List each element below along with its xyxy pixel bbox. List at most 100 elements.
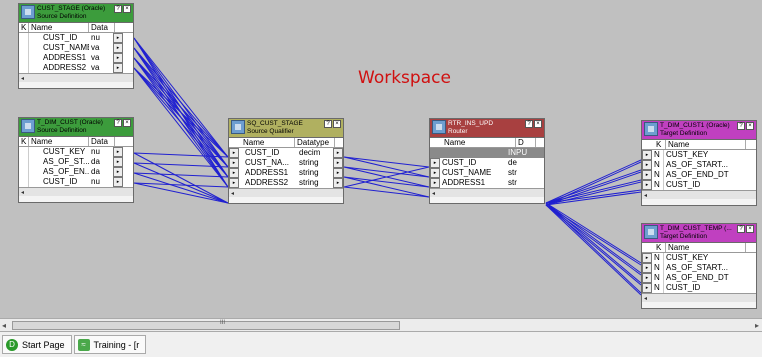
table-row[interactable]: CUST_ID nu ▸: [19, 33, 133, 43]
table-row[interactable]: CUST_NAME va ▸: [19, 43, 133, 53]
table-row[interactable]: ADDRESS2 va ▸: [19, 63, 133, 73]
transformation-source-qualifier[interactable]: SQ_CUST_STAGE Source Qualifier ? × Name Da…: [228, 118, 344, 204]
tab-training[interactable]: ≈ Training - [r: [73, 335, 147, 354]
port-name: CUST_ID: [245, 148, 280, 157]
close-icon[interactable]: ×: [534, 120, 542, 128]
output-port-icon[interactable]: ▸: [333, 158, 343, 168]
transformation-subtitle: Target Definition: [660, 233, 707, 240]
transformation-target-dim-cust1[interactable]: T_DIM_CUST1 (Oracle) Target Definition ? ×…: [641, 120, 757, 206]
horizontal-scrollbar[interactable]: ◂: [229, 188, 343, 197]
input-port-icon[interactable]: ▸: [642, 150, 652, 160]
input-port-icon[interactable]: ▸: [430, 168, 440, 178]
input-port-icon[interactable]: ▸: [229, 178, 239, 188]
close-icon[interactable]: ×: [746, 225, 754, 233]
table-row[interactable]: ADDRESS1 va ▸: [19, 53, 133, 63]
group-row-input[interactable]: INPU: [430, 148, 544, 158]
table-row[interactable]: AS_OF_ST... da ▸: [19, 157, 133, 167]
close-icon[interactable]: ×: [746, 122, 754, 130]
help-icon[interactable]: ?: [525, 120, 533, 128]
table-row[interactable]: ▸ N AS_OF_END_DT: [642, 273, 756, 283]
table-row[interactable]: ▸ ADDRESS1 string ▸: [229, 168, 343, 178]
input-port-icon[interactable]: ▸: [642, 283, 652, 293]
workspace-horizontal-scrollbar[interactable]: ◂ III ▸: [0, 318, 762, 331]
table-row[interactable]: ▸ ADDRESS1 str: [430, 178, 544, 188]
scroll-left-icon[interactable]: ◂: [644, 295, 647, 302]
horizontal-scrollbar[interactable]: ◂: [19, 73, 133, 82]
table-row[interactable]: ▸ N CUST_KEY: [642, 150, 756, 160]
scroll-left-icon[interactable]: ◂: [644, 192, 647, 199]
help-icon[interactable]: ?: [114, 119, 122, 127]
output-port-icon[interactable]: ▸: [333, 178, 343, 188]
table-row[interactable]: ▸ N AS_OF_START...: [642, 160, 756, 170]
output-port-icon[interactable]: ▸: [113, 147, 123, 157]
output-port-icon[interactable]: ▸: [113, 63, 123, 73]
title-bar[interactable]: T_DIM_CUST_TEMP (... Target Definition ? ×: [642, 224, 756, 243]
title-bar[interactable]: CUST_STAGE (Oracle) Source Definition ? ×: [19, 4, 133, 23]
title-bar[interactable]: T_DIM_CUST (Oracle) Source Definition ? ×: [19, 118, 133, 137]
header-name: Name: [666, 140, 746, 149]
table-row[interactable]: ▸ N AS_OF_START...: [642, 263, 756, 273]
output-port-icon[interactable]: ▸: [113, 53, 123, 63]
horizontal-scrollbar[interactable]: ◂: [642, 190, 756, 199]
tab-start-page[interactable]: D Start Page: [2, 335, 72, 354]
scroll-left-icon[interactable]: ◂: [432, 190, 435, 197]
transformation-dim-cust[interactable]: T_DIM_CUST (Oracle) Source Definition ? × …: [18, 117, 134, 203]
close-icon[interactable]: ×: [123, 5, 131, 13]
input-port-icon[interactable]: ▸: [642, 263, 652, 273]
horizontal-scrollbar[interactable]: ◂: [642, 293, 756, 302]
mapping-workspace[interactable]: Workspace CUST_STAGE (Oracle) Source Defi…: [0, 0, 762, 318]
horizontal-scrollbar[interactable]: ◂: [430, 188, 544, 197]
input-port-icon[interactable]: ▸: [430, 158, 440, 168]
input-port-icon[interactable]: ▸: [642, 273, 652, 283]
transformation-target-dim-cust-temp[interactable]: T_DIM_CUST_TEMP (... Target Definition ? ×…: [641, 223, 757, 309]
scroll-left-icon[interactable]: ◂: [21, 189, 24, 196]
title-bar[interactable]: RTR_INS_UPD Router ? ×: [430, 119, 544, 138]
horizontal-scrollbar[interactable]: ◂: [19, 187, 133, 196]
input-port-icon[interactable]: ▸: [642, 253, 652, 263]
output-port-icon[interactable]: ▸: [333, 168, 343, 178]
scroll-thumb[interactable]: [12, 321, 400, 330]
transformation-cust-stage[interactable]: CUST_STAGE (Oracle) Source Definition ? × …: [18, 3, 134, 89]
table-row[interactable]: CUST_KEY nu ▸: [19, 147, 133, 157]
scroll-left-icon[interactable]: ◂: [21, 75, 24, 82]
help-icon[interactable]: ?: [737, 122, 745, 130]
table-row[interactable]: ▸ ADDRESS2 string ▸: [229, 178, 343, 188]
close-icon[interactable]: ×: [123, 119, 131, 127]
transformation-router[interactable]: RTR_INS_UPD Router ? × Name D INPU ▸ CUST_I…: [429, 118, 545, 204]
table-row[interactable]: ▸ N CUST_KEY: [642, 253, 756, 263]
input-port-icon[interactable]: ▸: [430, 178, 440, 188]
title-bar[interactable]: T_DIM_CUST1 (Oracle) Target Definition ? ×: [642, 121, 756, 140]
link-line: [545, 202, 642, 284]
output-port-icon[interactable]: ▸: [113, 33, 123, 43]
table-row[interactable]: ▸ CUST_NAME str: [430, 168, 544, 178]
output-port-icon[interactable]: ▸: [113, 43, 123, 53]
scroll-left-icon[interactable]: ◂: [231, 190, 234, 197]
input-port-icon[interactable]: ▸: [642, 160, 652, 170]
scroll-left-icon[interactable]: ◂: [2, 321, 6, 330]
input-port-icon[interactable]: ▸: [229, 148, 239, 158]
help-icon[interactable]: ?: [737, 225, 745, 233]
table-row[interactable]: ▸ N CUST_ID: [642, 180, 756, 190]
close-icon[interactable]: ×: [333, 120, 341, 128]
table-row[interactable]: ▸ CUST_NA... string ▸: [229, 158, 343, 168]
input-port-icon[interactable]: ▸: [642, 180, 652, 190]
table-row[interactable]: CUST_ID nu ▸: [19, 177, 133, 187]
output-port-icon[interactable]: ▸: [333, 148, 343, 158]
table-row[interactable]: ▸ CUST_ID decim ▸: [229, 148, 343, 158]
column-header: K Name: [642, 140, 756, 150]
table-row[interactable]: AS_OF_EN... da ▸: [19, 167, 133, 177]
help-icon[interactable]: ?: [114, 5, 122, 13]
output-port-icon[interactable]: ▸: [113, 167, 123, 177]
table-row[interactable]: ▸ N CUST_ID: [642, 283, 756, 293]
table-row[interactable]: ▸ CUST_ID de: [430, 158, 544, 168]
output-port-icon[interactable]: ▸: [113, 177, 123, 187]
help-icon[interactable]: ?: [324, 120, 332, 128]
link-line: [545, 202, 642, 294]
output-port-icon[interactable]: ▸: [113, 157, 123, 167]
input-port-icon[interactable]: ▸: [642, 170, 652, 180]
table-row[interactable]: ▸ N AS_OF_END_DT: [642, 170, 756, 180]
input-port-icon[interactable]: ▸: [229, 158, 239, 168]
input-port-icon[interactable]: ▸: [229, 168, 239, 178]
scroll-right-icon[interactable]: ▸: [755, 321, 759, 330]
title-bar[interactable]: SQ_CUST_STAGE Source Qualifier ? ×: [229, 119, 343, 138]
